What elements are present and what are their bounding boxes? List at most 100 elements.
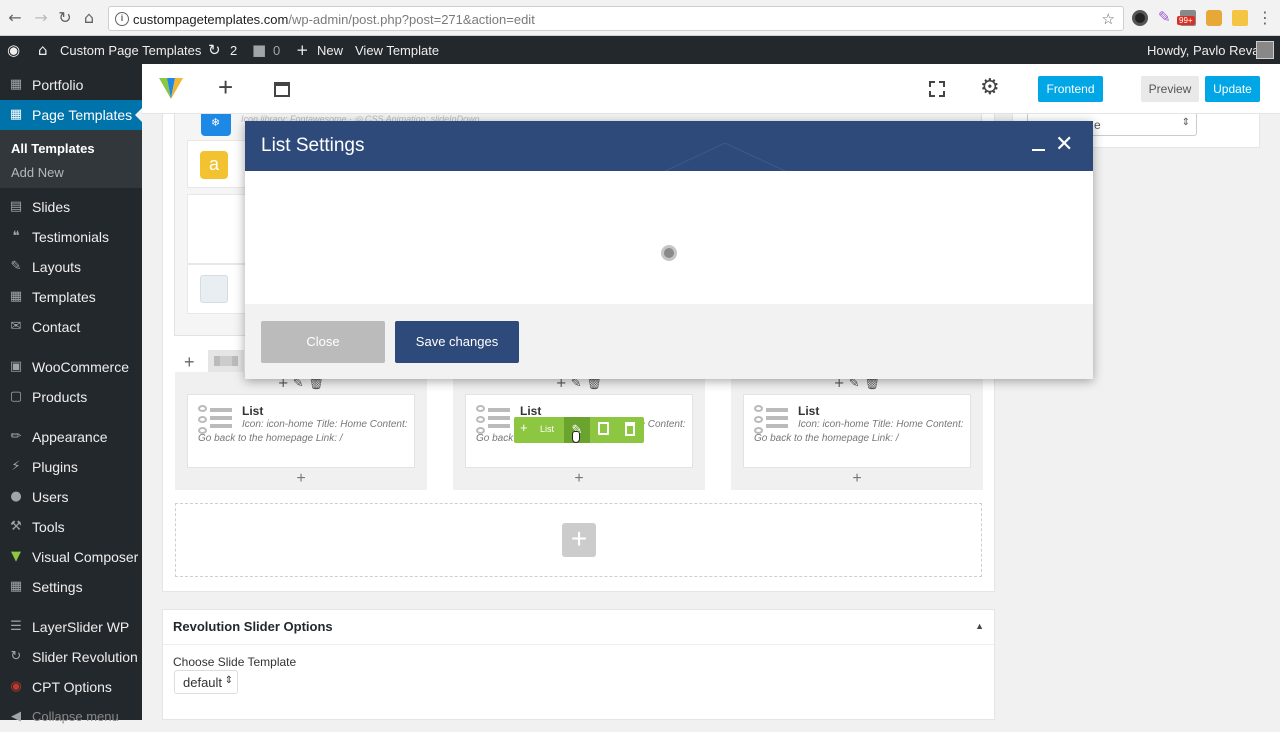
template-label: Choose Slide Template — [173, 655, 297, 669]
sidebar-item-cpt-options[interactable]: ◉ CPT Options — [0, 672, 142, 702]
extension-icon[interactable] — [1132, 10, 1148, 26]
submenu: All Templates Add New — [0, 130, 142, 188]
reload-icon[interactable]: ↻ — [56, 9, 74, 27]
folder-icon: ▦ — [9, 77, 23, 92]
gear-icon[interactable]: ⚙ — [980, 75, 1000, 100]
sidebar-item-contact[interactable]: ✉ Contact — [0, 312, 142, 342]
wordpress-logo-icon[interactable]: ◉ — [7, 41, 20, 59]
column-add-icon[interactable]: + — [175, 470, 427, 488]
loading-spinner-icon — [661, 245, 677, 261]
vc-logo-icon[interactable] — [158, 75, 184, 101]
sidebar-item-tools[interactable]: ⚒ Tools — [0, 512, 142, 542]
sidebar-item-woocommerce[interactable]: ▣ WooCommerce — [0, 352, 142, 382]
column-add-icon[interactable]: + — [453, 470, 705, 488]
sidebar-item-portfolio[interactable]: ▦ Portfolio — [0, 70, 142, 100]
new-link[interactable]: New — [317, 43, 343, 58]
home-icon[interactable]: ⌂ — [80, 9, 98, 27]
sidebar-item-label: Slides — [32, 199, 71, 215]
layers-icon: ☰ — [10, 619, 22, 634]
sidebar-item-visual-composer[interactable]: ▼ Visual Composer — [0, 542, 142, 572]
preview-button[interactable]: Preview — [1141, 76, 1199, 102]
row-layout-icon[interactable] — [208, 350, 244, 372]
list-description: Icon: icon-home Title: Home Content: Go … — [754, 419, 964, 444]
comments-count[interactable]: 0 — [273, 43, 280, 58]
fullscreen-icon[interactable] — [929, 81, 945, 97]
divider-element-icon — [200, 275, 228, 303]
sidebar-item-testimonials[interactable]: ❝ Testimonials — [0, 222, 142, 252]
minimize-icon[interactable] — [1032, 149, 1045, 151]
sidebar-item-templates[interactable]: ▦ Templates — [0, 282, 142, 312]
close-button[interactable]: Close — [261, 321, 385, 363]
sidebar-item-layerslider[interactable]: ☰ LayerSlider WP — [0, 612, 142, 642]
sidebar-item-slides[interactable]: ▤ Slides — [0, 192, 142, 222]
address-bar[interactable]: i custompagetemplates.com/wp-admin/post.… — [108, 6, 1124, 31]
frontend-button[interactable]: Frontend — [1038, 76, 1103, 102]
grid-icon: ▦ — [9, 107, 23, 122]
list-element[interactable]: List Icon: icon-home Title: Home Content… — [187, 394, 415, 468]
collapse-icon: ◀ — [11, 709, 21, 724]
submenu-add-new[interactable]: Add New — [11, 165, 64, 180]
plus-icon[interactable]: + — [520, 420, 528, 435]
list-element[interactable]: List Icon: icon-home Title: Home Content… — [743, 394, 971, 468]
amazon-icon: a — [200, 151, 228, 179]
delete-icon[interactable] — [625, 422, 635, 436]
sidebar-item-appearance[interactable]: ✏ Appearance — [0, 422, 142, 452]
account-greeting[interactable]: Howdy, Pavlo Reva — [1147, 43, 1259, 58]
bookmark-star-icon[interactable]: ☆ — [1102, 10, 1115, 28]
sidebar-item-slider-revolution[interactable]: ↻ Slider Revolution — [0, 642, 142, 672]
sidebar-item-collapse[interactable]: ◀ Collapse menu — [0, 702, 142, 732]
comment-icon[interactable]: ■ — [252, 41, 266, 59]
info-icon[interactable]: i — [115, 12, 129, 26]
back-icon[interactable]: ← — [6, 9, 24, 27]
list-element[interactable]: List Icon: icon-home Title: Home Content… — [465, 394, 693, 468]
view-template-link[interactable]: View Template — [355, 43, 439, 58]
updates-count[interactable]: 2 — [230, 43, 237, 58]
sidebar-item-settings[interactable]: ▦ Settings — [0, 572, 142, 602]
modal-footer: Close Save changes — [245, 304, 1093, 379]
submenu-all-templates[interactable]: All Templates — [11, 141, 95, 156]
icon-element-preview[interactable]: ❄ — [201, 114, 231, 136]
cpt-icon: ◉ — [10, 679, 22, 694]
save-changes-button[interactable]: Save changes — [395, 321, 519, 363]
snowflake-icon: ❄ — [211, 117, 221, 129]
wp-admin-bar: ◉ ⌂ Custom Page Templates ↻ 2 ■ 0 + New … — [0, 36, 1280, 64]
forward-icon[interactable]: → — [32, 9, 50, 27]
templates-icon[interactable] — [274, 82, 290, 97]
sidebar-item-page-templates[interactable]: ▦ Page Templates — [0, 100, 142, 130]
clone-icon[interactable] — [598, 422, 609, 435]
slide-template-select[interactable]: default ⇕ — [174, 670, 238, 694]
select-arrow-icon: ⇕ — [1181, 117, 1190, 128]
collapse-arrow-icon[interactable]: ▲ — [975, 621, 984, 631]
sidebar-item-users[interactable]: ● Users — [0, 482, 142, 512]
add-row-plus-icon[interactable]: + — [562, 523, 596, 557]
browser-toolbar: ← → ↻ ⌂ i custompagetemplates.com/wp-adm… — [0, 0, 1280, 36]
folder-extension-icon[interactable] — [1232, 10, 1248, 26]
close-icon[interactable]: ✕ — [1055, 132, 1073, 157]
menu-dots-icon[interactable]: ⋮ — [1256, 9, 1274, 27]
metabox-title: Revolution Slider Options — [173, 619, 333, 634]
sidebar-item-plugins[interactable]: ⚡ Plugins — [0, 452, 142, 482]
box-icon: ▢ — [9, 389, 23, 404]
add-list-button[interactable]: List — [540, 424, 554, 434]
avatar[interactable] — [1256, 41, 1274, 59]
mail-extension-icon[interactable]: 99+ — [1177, 10, 1196, 26]
plus-icon[interactable]: + — [296, 41, 309, 59]
notification-badge: 99+ — [1177, 16, 1195, 25]
pen-extension-icon[interactable]: ✎ — [1158, 8, 1174, 26]
sidebar-item-layouts[interactable]: ✎ Layouts — [0, 252, 142, 282]
site-name-link[interactable]: Custom Page Templates — [60, 43, 201, 58]
updates-icon[interactable]: ↻ — [208, 41, 221, 59]
sidebar-item-label: Collapse menu — [32, 709, 119, 724]
add-element-icon[interactable]: + — [218, 74, 233, 100]
grid-icon: ▦ — [9, 289, 23, 304]
sidebar-item-label: Testimonials — [32, 229, 110, 245]
revolution-slider-options: Revolution Slider Options ▲ Choose Slide… — [162, 609, 995, 720]
update-button[interactable]: Update — [1205, 76, 1260, 102]
list-settings-modal: List Settings ✕ Close Save changes — [245, 121, 1093, 379]
column-add-icon[interactable]: + — [731, 470, 983, 488]
house-icon[interactable]: ⌂ — [38, 41, 48, 59]
row-add-icon[interactable]: + — [184, 352, 195, 373]
sidebar-item-products[interactable]: ▢ Products — [0, 382, 142, 412]
add-row-area[interactable]: + — [175, 503, 982, 577]
bowl-extension-icon[interactable] — [1206, 10, 1222, 26]
